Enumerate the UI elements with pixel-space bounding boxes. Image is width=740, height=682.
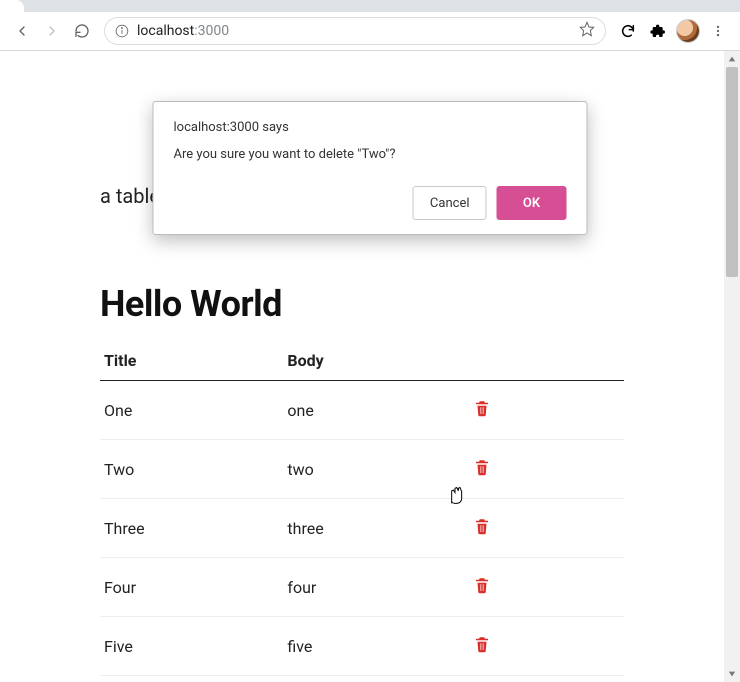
page-title: Hello World	[100, 283, 624, 325]
cancel-button[interactable]: Cancel	[413, 186, 487, 220]
tab-strip	[0, 0, 740, 12]
cell-body: one	[283, 381, 466, 440]
cell-body: five	[283, 617, 466, 676]
delete-row-button[interactable]	[471, 635, 493, 657]
table-row: Fivefive	[100, 617, 624, 676]
cell-title: Four	[100, 558, 283, 617]
back-button[interactable]	[10, 19, 34, 43]
dialog-origin: localhost:3000 says	[174, 120, 567, 135]
cell-title: Two	[100, 440, 283, 499]
delete-row-button[interactable]	[471, 576, 493, 598]
col-header-body: Body	[283, 341, 466, 381]
url-host: localhost	[137, 23, 194, 39]
cell-title: Three	[100, 499, 283, 558]
confirm-dialog: localhost:3000 says Are you sure you wan…	[153, 101, 588, 235]
browser-toolbar: localhost:3000	[0, 12, 740, 50]
trash-icon	[473, 635, 491, 657]
extension-refresh-icon[interactable]	[616, 19, 640, 43]
delete-row-button[interactable]	[471, 517, 493, 539]
table-row: Fourfour	[100, 558, 624, 617]
vertical-scrollbar[interactable]	[724, 51, 740, 682]
browser-chrome: localhost:3000	[0, 0, 740, 51]
cell-body: three	[283, 499, 466, 558]
data-table: Title Body OneoneTwotwoThreethreeFourfou…	[100, 341, 624, 676]
table-row: Twotwo	[100, 440, 624, 499]
profile-avatar[interactable]	[676, 19, 700, 43]
table-header-row: Title Body	[100, 341, 624, 381]
bookmark-star-icon[interactable]	[579, 21, 595, 41]
page-viewport: a table row with a delete button and fad…	[0, 51, 740, 682]
cell-title: One	[100, 381, 283, 440]
browser-menu-button[interactable]	[706, 19, 730, 43]
site-info-icon[interactable]	[115, 24, 129, 38]
scroll-down-arrow[interactable]	[724, 666, 740, 682]
trash-icon	[473, 576, 491, 598]
scroll-up-arrow[interactable]	[724, 51, 740, 67]
table-row: Threethree	[100, 499, 624, 558]
cell-body: four	[283, 558, 466, 617]
dialog-message: Are you sure you want to delete "Two"?	[174, 147, 567, 162]
table-row: Oneone	[100, 381, 624, 440]
url-port: :3000	[194, 23, 229, 39]
reload-button[interactable]	[70, 19, 94, 43]
ok-button[interactable]: OK	[497, 186, 567, 220]
col-header-title: Title	[100, 341, 283, 381]
forward-button[interactable]	[40, 19, 64, 43]
delete-row-button[interactable]	[471, 399, 493, 421]
cell-body: two	[283, 440, 466, 499]
trash-icon	[473, 458, 491, 480]
extensions-icon[interactable]	[646, 19, 670, 43]
cell-title: Five	[100, 617, 283, 676]
scroll-thumb[interactable]	[726, 67, 738, 277]
address-bar[interactable]: localhost:3000	[104, 17, 606, 45]
scroll-track[interactable]	[724, 67, 740, 666]
delete-row-button[interactable]	[471, 458, 493, 480]
trash-icon	[473, 517, 491, 539]
trash-icon	[473, 399, 491, 421]
